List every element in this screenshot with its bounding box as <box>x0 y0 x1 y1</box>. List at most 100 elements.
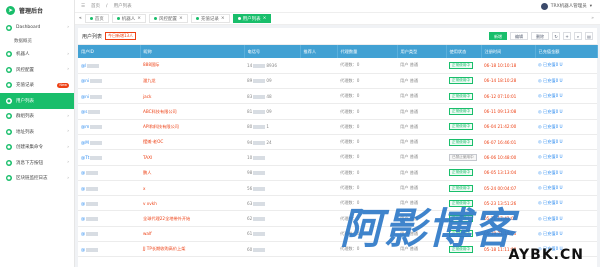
table-row[interactable]: @Tt TAXI 10 代理数：0 用户 普通 已禁止使用中 06-06 10:48:00 ◎… <box>78 149 597 166</box>
status-cell: 正常使用中 <box>446 58 481 74</box>
table-row[interactable]: @m API和科技有限公司 80 1 代理数：0 用户 普通 正常使用中 06-04 21:4… <box>78 119 597 135</box>
chevron-right-icon[interactable]: » <box>591 16 594 21</box>
register-time-cell: 05-18 11:11:08 <box>481 241 535 258</box>
user-id-cell[interactable]: @Tt <box>78 149 140 166</box>
user-id-cell[interactable]: @ <box>78 195 140 212</box>
table-row[interactable]: @ni 潘九龙 89 09 代理数：0 用户 普通 正常使用中 06-14 18:10:28 ◎… <box>78 73 597 90</box>
column-header[interactable]: 用户类型 <box>397 45 447 58</box>
column-header[interactable]: 推荐人 <box>300 45 338 58</box>
command-icon: ● <box>6 144 12 151</box>
amount-cell[interactable]: ◎ 已充值0 U <box>535 58 597 74</box>
tab-0[interactable]: 首页 <box>84 14 109 23</box>
search-icon[interactable]: ⌕ <box>574 32 582 40</box>
table-row[interactable]: @M 摆摊-老OC 94 24 代理数：0 用户 普通 正常使用中 06-07 16:46:0… <box>78 134 597 151</box>
user-id-cell[interactable]: @l <box>78 58 140 74</box>
sidebar-item-10[interactable]: ● 区块链监控日志 › <box>0 171 74 187</box>
table-row[interactable]: @ni jack 83 48 代理数：0 用户 普通 正常使用中 06-12 07:10:01… <box>78 88 597 105</box>
sidebar-item-7[interactable]: ● 地址列表 › <box>0 124 74 140</box>
redacted-block <box>253 247 266 252</box>
edit-button[interactable]: 编辑 <box>510 32 528 40</box>
amount-cell[interactable]: ◎ 已充值0 U <box>535 119 597 135</box>
amount-cell[interactable]: ◎ 已充值0 U <box>535 73 597 90</box>
agent-count-cell: 代理数：0 <box>337 165 397 181</box>
user-id: @ <box>81 246 86 252</box>
register-time-cell: 05-24 00:04:07 <box>481 180 535 197</box>
referrer-cell <box>300 180 337 197</box>
user-id-cell[interactable]: @ <box>78 226 140 243</box>
send-icon: ➤ <box>6 5 15 15</box>
user-id-cell[interactable]: @ni <box>78 88 140 105</box>
redacted-block <box>90 125 103 130</box>
close-icon[interactable]: × <box>221 16 225 21</box>
columns-icon[interactable]: ▤ <box>585 32 593 40</box>
sidebar-item-9[interactable]: ● 消息下方按钮 › <box>0 155 74 171</box>
menu-toggle-icon[interactable]: ☰ <box>81 4 85 9</box>
nickname-cell: ABC科技有限公司 <box>140 103 244 120</box>
user-id-cell[interactable]: @ni <box>78 73 140 90</box>
sidebar-item-4[interactable]: ● 充值记录 New <box>0 78 74 94</box>
sidebar-item-6[interactable]: ● 群组列表 › <box>0 109 74 125</box>
amount-cell[interactable]: ◎ 已充值0 U <box>535 103 597 120</box>
status-cell: 正常使用中 <box>446 226 481 243</box>
amount-cell[interactable]: ◎ 已充值0 U <box>535 195 597 212</box>
amount-cell[interactable]: ◎ 已充值0 U <box>535 149 597 166</box>
table-row[interactable]: @ x 56 代理数：0 用户 普通 正常使用中 05-24 00:04:07 ◎ 已充值0 … <box>78 180 597 197</box>
amount-value: 已充值0 U <box>543 200 563 206</box>
table-row[interactable]: @s ABC科技有限公司 81 09 代理数：0 用户 普通 正常使用中 06-11 09:1… <box>78 103 597 120</box>
user-id-cell[interactable]: @ <box>78 241 140 258</box>
table-row[interactable]: @ 全球代理22全地带外开始 62 代理数：0 用户 普通 正常使用中 05-21 17:4… <box>78 210 597 227</box>
dot-icon <box>89 17 93 20</box>
table-row[interactable]: @ v xvkh 63 代理数：0 用户 普通 正常使用中 05-23 13:51:26 ◎ … <box>78 195 597 212</box>
close-icon[interactable]: × <box>263 16 267 21</box>
sidebar-item-2[interactable]: ● 机器人 › <box>0 47 74 63</box>
sidebar-item-5[interactable]: ● 用户列表 <box>0 93 74 109</box>
amount-cell[interactable]: ◎ 已充值0 U <box>535 241 597 258</box>
amount-cell[interactable]: ◎ 已充值0 U <box>535 88 597 105</box>
user-id-cell[interactable]: @m <box>78 119 140 135</box>
amount-cell[interactable]: ◎ 已充值0 U <box>535 210 597 227</box>
status-badge: 正常使用中 <box>449 169 473 177</box>
tab-2[interactable]: 风控配置 × <box>149 14 188 23</box>
user-menu[interactable]: TRX机器人管理员 ▾ <box>540 2 592 10</box>
user-id-cell[interactable]: @s <box>78 103 140 120</box>
table-row[interactable]: @ walf 61 代理数：0 用户 普通 正常使用中 05-19 21:10:05 ◎ 已充… <box>78 226 597 243</box>
close-icon[interactable]: × <box>179 16 183 21</box>
sidebar-item-8[interactable]: ● 创建采集命令 › <box>0 140 74 156</box>
tab-1[interactable]: 机器人 × <box>111 14 147 23</box>
column-header[interactable]: 使用状态 <box>446 45 482 58</box>
sidebar-item-3[interactable]: ● 风控配置 › <box>0 62 74 78</box>
tab-4[interactable]: 用户列表 × <box>232 14 272 23</box>
close-icon[interactable]: × <box>137 16 141 21</box>
column-header[interactable]: 注册时间 <box>481 45 536 58</box>
tab-3[interactable]: 充值记录 × <box>190 14 230 23</box>
user-id-cell[interactable]: @M <box>78 134 140 151</box>
refresh-icon[interactable]: ↻ <box>552 32 560 40</box>
column-header[interactable]: 电话号 <box>244 45 301 58</box>
sidebar-item-1[interactable]: 数据概览 <box>0 36 74 47</box>
plus-icon[interactable]: + <box>563 32 571 40</box>
sidebar-item-label: 区块链监控日志 <box>16 176 48 182</box>
add-button[interactable]: 新增 <box>489 32 507 40</box>
column-header[interactable]: 已充值金额 <box>535 45 598 58</box>
amount-cell[interactable]: ◎ 已充值0 U <box>535 180 597 197</box>
column-header[interactable]: 用户ID <box>78 45 141 58</box>
table-row[interactable]: @ 鹏人 98 代理数：0 用户 普通 正常使用中 06-05 13:13:04 ◎ 已充值0… <box>78 165 597 181</box>
user-id-cell[interactable]: @ <box>78 210 140 227</box>
table-row[interactable]: @l 888国际 14 8936 代理数：0 用户 普通 正常使用中 06-18 10:10:… <box>78 58 597 74</box>
breadcrumb-home[interactable]: 首页 <box>91 3 100 9</box>
column-header[interactable]: 代理数量 <box>337 45 398 58</box>
referrer-cell <box>300 149 337 166</box>
chevron-left-icon[interactable]: « <box>79 16 82 21</box>
delete-button[interactable]: 删除 <box>531 32 549 40</box>
amount-cell[interactable]: ◎ 已充值0 U <box>535 134 597 151</box>
amount-cell[interactable]: ◎ 已充值0 U <box>535 226 597 243</box>
column-header[interactable]: 昵称 <box>140 45 245 58</box>
user-id-cell[interactable]: @ <box>78 165 140 181</box>
status-badge: 正常使用中 <box>449 215 473 223</box>
sidebar-item-0[interactable]: ● Dashboard › <box>0 20 74 36</box>
amount-cell[interactable]: ◎ 已充值0 U <box>535 165 597 181</box>
phone-prefix: 80 <box>247 124 253 130</box>
user-name: TRX机器人管理员 <box>550 4 587 9</box>
table-row[interactable]: @ JJ TP长期收购高价上架 60 代理数：0 用户 普通 正常使用中 05-18 11:… <box>78 241 597 258</box>
user-id-cell[interactable]: @ <box>78 180 140 197</box>
